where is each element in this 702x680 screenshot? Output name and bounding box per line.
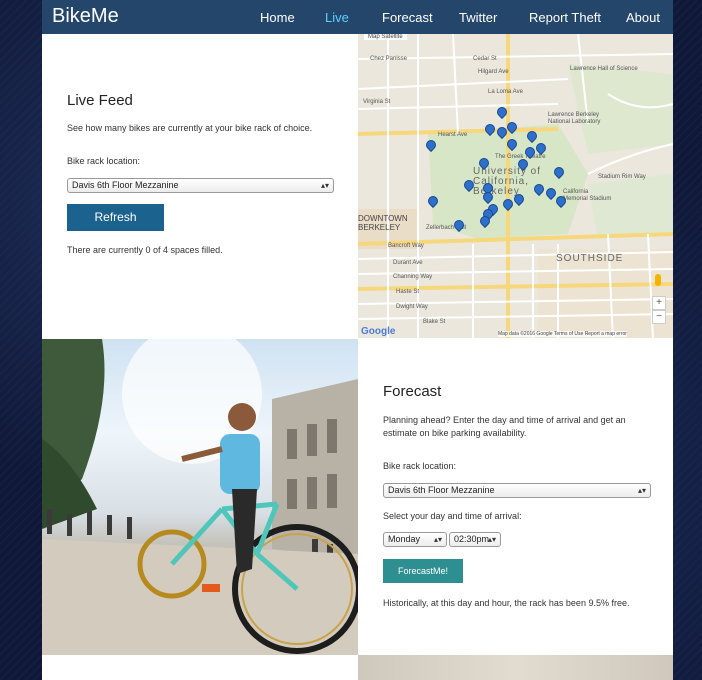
forecast-result-text: Historically, at this day and hour, the … [383,598,630,608]
live-feed-description: See how many bikes are currently at your… [67,123,313,133]
live-feed-title: Live Feed [67,92,133,109]
forecast-panel: Forecast Planning ahead? Enter the day a… [358,338,673,655]
nav-forecast[interactable]: Forecast [382,10,433,25]
forecast-location-select[interactable]: Davis 6th Floor Mezzanine ▴▾ [383,483,651,498]
day-select[interactable]: Monday ▴▾ [383,532,447,547]
map-label-lawrence-hall: Lawrence Hall of Science [570,66,638,72]
map-label-cedar: Cedar St [473,56,497,62]
zoom-out-button[interactable]: − [652,310,666,324]
map-label-hearst: Hearst Ave [438,132,468,138]
next-section-photo [358,655,673,680]
map-label-durant: Durant Ave [393,260,423,266]
nav-twitter[interactable]: Twitter [459,10,497,25]
select-arrows-icon: ▴▾ [320,181,329,190]
map-label-chez-panisse: Chez Panisse [370,56,408,62]
campus-map[interactable]: Map Satellite Chez Panisse Lawrence Hall… [358,34,673,339]
nav-report-theft[interactable]: Report Theft [529,10,601,25]
time-value: 02:30pm [454,534,490,544]
live-location-value: Davis 6th Floor Mezzanine [72,180,179,190]
live-location-select[interactable]: Davis 6th Floor Mezzanine ▴▾ [67,178,334,193]
map-label-downtown: DOWNTOWN BERKELEY [358,214,408,232]
next-section-left [42,655,358,680]
live-feed-panel: Live Feed See how many bikes are current… [42,34,358,339]
map-label-haste: Haste St [396,289,420,295]
nav-live[interactable]: Live [325,10,349,25]
forecast-description: Planning ahead? Enter the day and time o… [383,415,626,438]
street-view-pegman-icon[interactable] [655,274,661,286]
top-nav: BikeMe Home Live Forecast Twitter Report… [42,0,673,34]
day-value: Monday [388,534,421,544]
brand-logo[interactable]: BikeMe [52,5,119,28]
live-location-label: Bike rack location: [67,156,141,166]
cyclist-photo [42,339,358,655]
time-select[interactable]: 02:30pm ▴▾ [449,532,501,547]
live-status-text: There are currently 0 of 4 spaces filled… [67,245,223,255]
refresh-button[interactable]: Refresh [67,204,164,231]
forecast-me-button[interactable]: ForecastMe! [383,559,463,583]
map-label-stadium-rim: Stadium Rim Way [598,174,646,180]
forecast-location-value: Davis 6th Floor Mezzanine [388,485,495,495]
map-label-blake: Blake St [423,319,446,325]
map-attribution[interactable]: Map data ©2016 Google Terms of Use Repor… [498,331,627,337]
select-arrows-icon: ▴▾ [433,535,442,544]
map-label-memorial-stadium: California Memorial Stadium [563,189,612,202]
google-logo: Google [361,326,396,337]
forecast-time-label: Select your day and time of arrival: [383,511,522,521]
forecast-location-label: Bike rack location: [383,461,457,471]
map-label-la-loma: La Loma Ave [488,89,523,95]
nav-home[interactable]: Home [260,10,295,25]
nav-about[interactable]: About [626,10,660,25]
map-label-virginia: Virginia St [363,99,391,105]
map-type-tabs[interactable]: Map Satellite [364,34,407,40]
select-arrows-icon: ▴▾ [637,486,646,495]
cyclist-illustration [42,339,358,655]
forecast-title: Forecast [383,383,442,400]
map-label-southside: SOUTHSIDE [556,253,624,264]
map-label-bancroft: Bancroft Way [388,243,424,249]
map-label-lbnl: Lawrence Berkeley National Laboratory [548,112,601,125]
map-label-dwight: Dwight Way [396,304,428,310]
map-label-channing: Channing Way [393,274,433,280]
select-arrows-icon: ▴▾ [487,535,496,544]
zoom-in-button[interactable]: + [652,296,666,310]
map-label-hilgard: Hilgard Ave [478,69,509,75]
